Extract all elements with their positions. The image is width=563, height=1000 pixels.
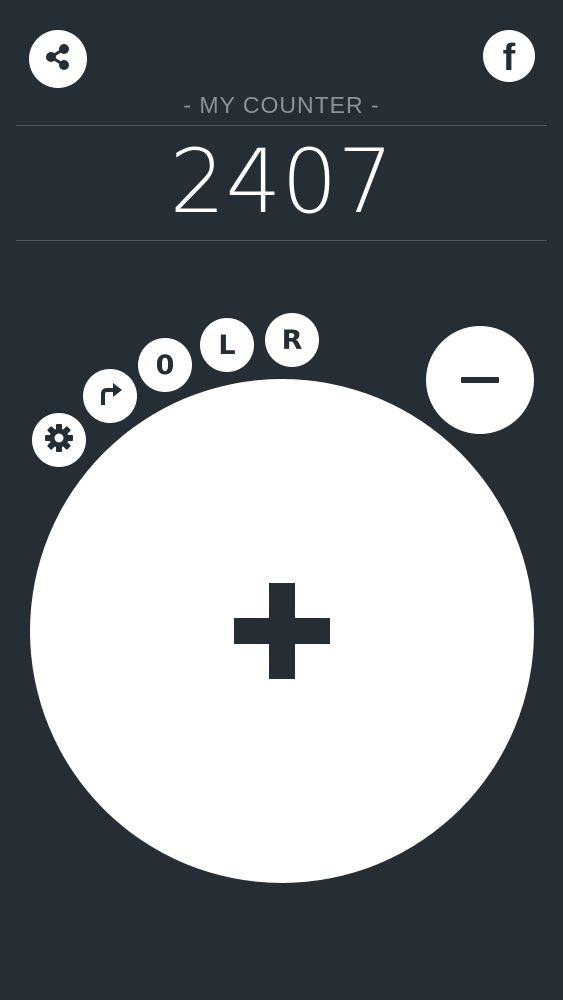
- r-label: R: [281, 324, 303, 356]
- divider-bottom: [16, 240, 547, 241]
- counter-title: - MY COUNTER -: [183, 92, 380, 118]
- share-button[interactable]: [29, 30, 87, 88]
- plus-icon: [234, 583, 330, 679]
- l-button[interactable]: L: [200, 318, 254, 372]
- increment-button[interactable]: [30, 379, 534, 883]
- plus-icon-vertical: [269, 583, 295, 679]
- counter-value: 2407: [0, 132, 563, 232]
- facebook-button[interactable]: f: [483, 30, 535, 82]
- settings-button[interactable]: [32, 413, 86, 467]
- divider-top: [16, 125, 547, 126]
- l-label: L: [218, 329, 236, 361]
- zero-label: 0: [155, 349, 175, 381]
- gear-icon: [44, 423, 74, 457]
- zero-button[interactable]: 0: [138, 338, 192, 392]
- redo-arrow-icon: [95, 379, 125, 413]
- facebook-icon: f: [502, 37, 516, 79]
- share-icon: [42, 41, 74, 77]
- decrement-button[interactable]: [426, 326, 534, 434]
- minus-icon: [461, 377, 499, 383]
- r-button[interactable]: R: [265, 313, 319, 367]
- counter-value-text: 2407: [169, 130, 394, 233]
- redo-button[interactable]: [83, 369, 137, 423]
